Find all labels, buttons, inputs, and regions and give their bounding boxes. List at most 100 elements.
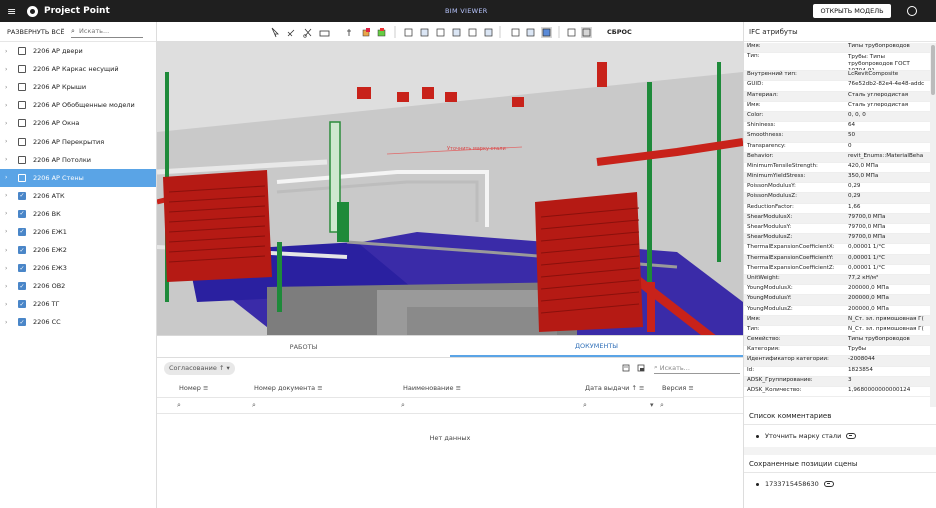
- layer-checkbox[interactable]: [18, 173, 26, 182]
- color-tool-icon[interactable]: [377, 28, 386, 37]
- tree-item[interactable]: › ✓ 2206 ЕЖ2: [0, 241, 156, 259]
- box-tool-icons[interactable]: [567, 27, 592, 38]
- display-mode-icons[interactable]: [511, 27, 552, 38]
- layer-checkbox[interactable]: [18, 101, 26, 110]
- expand-all-button[interactable]: РАЗВЕРНУТЬ ВСЁ: [7, 28, 71, 36]
- globe-icon[interactable]: [907, 6, 917, 16]
- col-doc-number[interactable]: Номер документа ≡: [254, 384, 323, 392]
- filter-date-icon[interactable]: ⌕: [583, 401, 587, 410]
- chevron-right-icon[interactable]: ›: [5, 102, 15, 109]
- pin-tool-icon[interactable]: [347, 29, 351, 36]
- saved-position-item[interactable]: 1733715458630: [744, 473, 936, 495]
- search-icon: ⌕: [71, 26, 75, 35]
- layer-checkbox[interactable]: ✓: [18, 264, 26, 273]
- tree-item[interactable]: › ✓ 2206 СС: [0, 313, 156, 331]
- chevron-right-icon[interactable]: ›: [5, 301, 15, 308]
- documents-search[interactable]: ⌕ Искать...: [654, 362, 740, 374]
- tree-item[interactable]: › 2206 АР Перекрытия: [0, 132, 156, 150]
- chevron-right-icon[interactable]: ›: [5, 192, 15, 199]
- tree-item[interactable]: › 2206 АР Каркас несущий: [0, 60, 156, 78]
- filter-version-icon[interactable]: ⌕: [660, 401, 664, 410]
- link-icon[interactable]: [823, 481, 834, 487]
- layer-checkbox[interactable]: [18, 83, 26, 92]
- tree-item[interactable]: › ✓ 2206 ОВ2: [0, 277, 156, 295]
- chevron-right-icon[interactable]: ›: [5, 283, 15, 290]
- ruler-tool-icon[interactable]: [319, 30, 330, 37]
- filter-date-dropdown-icon[interactable]: ▾: [650, 401, 654, 409]
- chevron-right-icon[interactable]: ›: [5, 265, 15, 272]
- layer-checkbox[interactable]: [18, 119, 26, 128]
- col-issue-date[interactable]: Дата выдачи ↑ ≡: [585, 384, 644, 392]
- col-name[interactable]: Наименование ≡: [403, 384, 461, 392]
- tree-item[interactable]: › 2206 АР Обобщенные модели: [0, 96, 156, 114]
- hamburger-menu-icon[interactable]: ≡: [7, 6, 21, 17]
- filter-doc-number-icon[interactable]: ⌕: [252, 401, 256, 410]
- attribute-row: Тип: Трубы: Типы трубопроводов ГОСТ 10704…: [744, 53, 930, 72]
- chevron-right-icon[interactable]: ›: [5, 84, 15, 91]
- scrollbar-thumb[interactable]: [931, 45, 935, 95]
- tree-search[interactable]: ⌕: [71, 26, 143, 38]
- layer-checkbox[interactable]: [18, 65, 26, 74]
- col-version[interactable]: Версия ≡: [662, 384, 694, 392]
- tree-item-label: 2206 АР Каркас несущий: [33, 65, 119, 74]
- open-model-button[interactable]: ОТКРЫТЬ МОДЕЛЬ: [813, 4, 891, 18]
- tree-item[interactable]: › ✓ 2206 ЕЖ1: [0, 223, 156, 241]
- tree-item[interactable]: › 2206 АР Стены: [0, 168, 156, 187]
- layer-checkbox[interactable]: ✓: [18, 209, 26, 218]
- chevron-right-icon[interactable]: ›: [5, 48, 15, 55]
- filter-name-icon[interactable]: ⌕: [401, 401, 405, 410]
- layer-checkbox[interactable]: ✓: [18, 227, 26, 236]
- layer-checkbox[interactable]: ✓: [18, 282, 26, 291]
- tree-item[interactable]: › ✓ 2206 ТГ: [0, 295, 156, 313]
- layer-checkbox[interactable]: ✓: [18, 246, 26, 255]
- tab-documents[interactable]: ДОКУМЕНТЫ: [450, 336, 743, 357]
- chevron-right-icon[interactable]: ›: [5, 138, 15, 145]
- cut-tool-icon[interactable]: [303, 28, 312, 38]
- chevron-right-icon[interactable]: ›: [5, 319, 15, 326]
- layer-checkbox[interactable]: [18, 155, 26, 164]
- layer-checkbox[interactable]: [18, 47, 26, 56]
- tree-item[interactable]: › 2206 АР двери: [0, 42, 156, 60]
- measure-tool-icon[interactable]: [287, 29, 295, 37]
- layer-checkbox[interactable]: ✓: [18, 300, 26, 309]
- export-icon[interactable]: [622, 364, 630, 372]
- attribute-row: ShearModulusX: 79700,0 МПа: [744, 213, 930, 224]
- chevron-right-icon[interactable]: ›: [5, 66, 15, 73]
- print-icon[interactable]: [637, 364, 645, 372]
- tree-item[interactable]: › 2206 АР Потолки: [0, 151, 156, 169]
- tree-item-label: 2206 СС: [33, 318, 61, 327]
- col-number[interactable]: Номер ≡: [179, 384, 208, 392]
- tree-item[interactable]: › ✓ 2206 ЕЖ3: [0, 259, 156, 277]
- tree-item[interactable]: › ✓ 2206 ВК: [0, 205, 156, 223]
- tree-item[interactable]: › 2206 АР Крыши: [0, 78, 156, 96]
- link-icon[interactable]: [846, 433, 857, 439]
- chevron-right-icon[interactable]: ›: [5, 156, 15, 163]
- filter-number-icon[interactable]: ⌕: [177, 401, 181, 410]
- reset-button[interactable]: СБРОС: [607, 28, 632, 36]
- filter-chip[interactable]: Согласование ↑ ▾: [164, 361, 235, 375]
- layers-tool-icon[interactable]: [362, 28, 370, 37]
- layer-checkbox[interactable]: ✓: [18, 318, 26, 327]
- attributes-scrollbar[interactable]: [930, 43, 936, 407]
- tab-works[interactable]: РАБОТЫ: [157, 336, 450, 357]
- attribute-key: Тип:: [747, 325, 760, 332]
- scene-annotation[interactable]: Уточнить марку стали: [447, 146, 506, 152]
- layer-checkbox[interactable]: ✓: [18, 191, 26, 200]
- comment-item[interactable]: Уточнить марку стали: [744, 425, 936, 447]
- chevron-right-icon[interactable]: ›: [5, 247, 15, 254]
- select-tool-icon[interactable]: [271, 27, 279, 38]
- layer-checkbox[interactable]: [18, 137, 26, 146]
- attribute-key: Семейство:: [747, 336, 781, 343]
- bim-3d-scene[interactable]: Уточнить марку стали: [157, 42, 743, 335]
- chevron-right-icon[interactable]: ›: [5, 210, 15, 217]
- tree-item[interactable]: › ✓ 2206 АТК: [0, 187, 156, 205]
- tree-item[interactable]: › 2206 АР Окна: [0, 114, 156, 132]
- tree-item-label: 2206 ВК: [33, 209, 61, 218]
- view-cube-icons[interactable]: [404, 28, 493, 37]
- tree-search-input[interactable]: [79, 27, 143, 35]
- bim-viewport[interactable]: СБРОС Уточнить марку стали: [157, 22, 743, 335]
- chevron-right-icon[interactable]: ›: [5, 120, 15, 127]
- chevron-right-icon[interactable]: ›: [5, 228, 15, 235]
- chevron-right-icon[interactable]: ›: [5, 174, 15, 181]
- empty-state: Нет данных: [429, 434, 471, 442]
